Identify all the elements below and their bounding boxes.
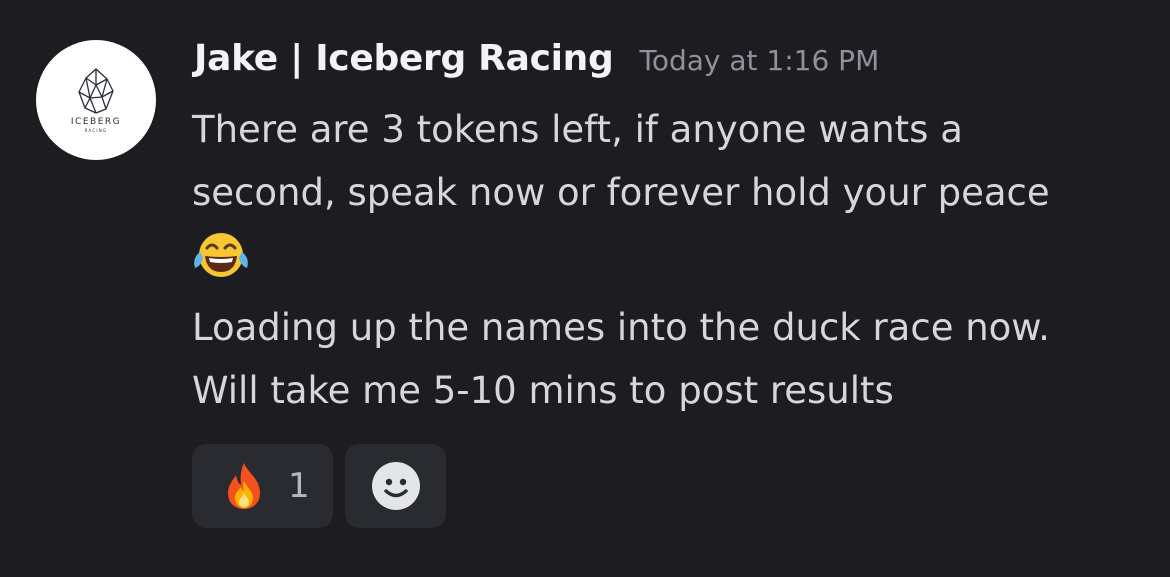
message-content: There are 3 tokens left, if anyone wants… [192, 98, 1152, 422]
message-text-2: Loading up the names into the duck race … [192, 306, 1050, 412]
message-header: Jake | Iceberg Racing Today at 1:16 PM [194, 38, 879, 79]
iceberg-logo-icon [78, 68, 114, 114]
add-reaction-smiley-icon [371, 462, 420, 510]
username[interactable]: Jake | Iceberg Racing [194, 38, 614, 79]
avatar-logo-text: ICEBERG [70, 117, 122, 127]
reaction-count: 1 [288, 466, 310, 506]
fire-reaction-button[interactable]: 1 [192, 444, 333, 528]
message-text: There are 3 tokens left, if anyone wants… [192, 108, 1050, 214]
fire-icon [228, 463, 260, 509]
reaction-bar: 1 [192, 444, 446, 528]
chat-message: ICEBERG RACING Jake | Iceberg Racing Tod… [0, 0, 1170, 577]
face-with-tears-of-joy-icon [194, 233, 248, 277]
add-reaction-button[interactable] [345, 444, 446, 528]
avatar-logo-subtext: RACING [84, 128, 108, 133]
timestamp[interactable]: Today at 1:16 PM [639, 44, 879, 77]
emoji-line [192, 224, 1152, 288]
avatar[interactable]: ICEBERG RACING [36, 40, 156, 160]
